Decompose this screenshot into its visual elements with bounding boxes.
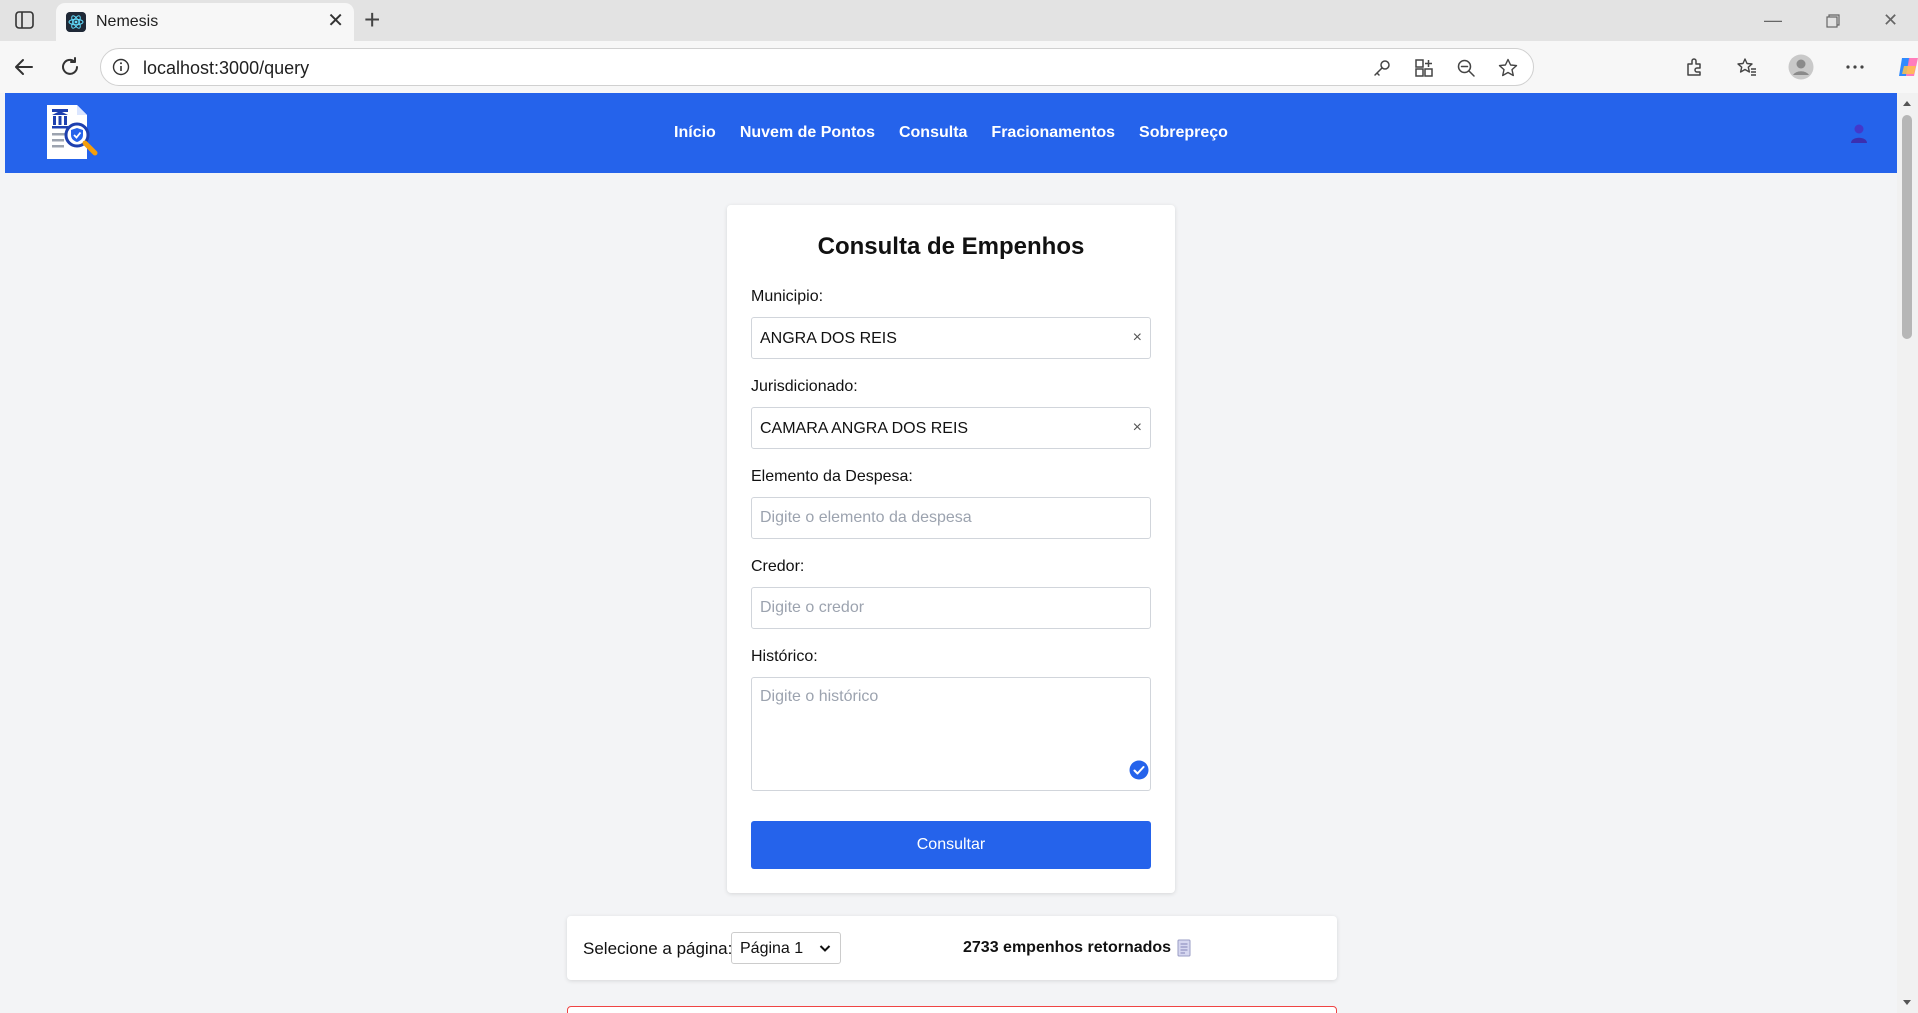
- checkmark-badge-icon: [1129, 760, 1149, 780]
- site-info-icon[interactable]: [112, 58, 130, 76]
- url-text: localhost:3000/query: [143, 58, 310, 78]
- municipio-label: Municipio:: [751, 288, 824, 305]
- nav-inicio[interactable]: Início: [674, 124, 716, 142]
- pagination-bar: Selecione a página: Página 1 2733 empenh…: [567, 916, 1337, 980]
- app-header: Início Nuvem de Pontos Consulta Fraciona…: [5, 93, 1897, 173]
- nav-sobrepreco[interactable]: Sobrepreço: [1139, 124, 1228, 142]
- clear-municipio-icon[interactable]: ×: [1133, 330, 1142, 346]
- historico-label: Histórico:: [751, 648, 818, 665]
- scroll-up-arrow-icon[interactable]: [1902, 99, 1912, 109]
- address-bar[interactable]: localhost:3000/query: [100, 48, 1534, 86]
- back-arrow-icon[interactable]: [12, 55, 36, 79]
- tab-actions-icon[interactable]: [14, 9, 36, 31]
- page-viewport: Início Nuvem de Pontos Consulta Fraciona…: [5, 93, 1897, 1013]
- page-select-value: Página 1: [740, 940, 804, 957]
- credor-label: Credor:: [751, 558, 805, 575]
- copilot-icon[interactable]: [1896, 54, 1918, 80]
- browser-tab[interactable]: Nemesis ✕: [56, 3, 354, 41]
- document-list-icon: [1177, 939, 1191, 957]
- restore-icon[interactable]: [1826, 14, 1840, 28]
- favorites-icon[interactable]: [1736, 56, 1758, 78]
- scrollbar-thumb[interactable]: [1902, 115, 1912, 339]
- credor-input[interactable]: [751, 587, 1151, 629]
- refresh-icon[interactable]: [58, 55, 82, 79]
- key-icon[interactable]: [1371, 57, 1393, 79]
- page-select[interactable]: Página 1: [731, 932, 841, 964]
- tab-close-icon[interactable]: ✕: [327, 11, 344, 31]
- page-select-label: Selecione a página:: [583, 939, 733, 958]
- clear-jurisdicionado-icon[interactable]: ×: [1133, 420, 1142, 436]
- zoom-out-icon[interactable]: [1455, 57, 1477, 79]
- minimize-icon[interactable]: —: [1764, 10, 1782, 30]
- results-count: 2733 empenhos retornados: [963, 939, 1172, 956]
- close-window-icon[interactable]: ✕: [1883, 10, 1898, 30]
- nav-consulta[interactable]: Consulta: [899, 124, 967, 142]
- nav-nuvem-de-pontos[interactable]: Nuvem de Pontos: [740, 124, 875, 142]
- profile-avatar-icon[interactable]: [1788, 54, 1814, 80]
- extensions-icon[interactable]: [1684, 56, 1706, 78]
- user-icon[interactable]: [1849, 123, 1869, 143]
- results-panel: [567, 1006, 1337, 1013]
- consultar-button[interactable]: Consultar: [751, 821, 1151, 869]
- favorite-star-icon[interactable]: [1497, 57, 1519, 79]
- app-grid-icon[interactable]: [1413, 57, 1435, 79]
- jurisdicionado-value: CAMARA ANGRA DOS REIS: [760, 420, 969, 437]
- query-form-card: Consulta de Empenhos Municipio: ANGRA DO…: [727, 205, 1175, 893]
- react-favicon-icon: [66, 12, 86, 32]
- tab-title: Nemesis: [96, 13, 159, 30]
- municipio-value: ANGRA DOS REIS: [760, 330, 897, 347]
- main-nav: Início Nuvem de Pontos Consulta Fraciona…: [5, 124, 1897, 142]
- elemento-label: Elemento da Despesa:: [751, 468, 913, 485]
- more-options-icon[interactable]: [1844, 56, 1866, 78]
- browser-toolbar: localhost:3000/query: [0, 41, 1918, 93]
- page-scrollbar[interactable]: [1897, 93, 1918, 1013]
- elemento-input[interactable]: [751, 497, 1151, 539]
- jurisdicionado-label: Jurisdicionado:: [751, 378, 858, 395]
- chevron-down-icon: [819, 945, 831, 952]
- new-tab-icon[interactable]: +: [364, 5, 380, 35]
- browser-titlebar: Nemesis ✕ + — ✕: [0, 0, 1918, 41]
- scroll-down-arrow-icon[interactable]: [1902, 997, 1912, 1007]
- historico-textarea[interactable]: [751, 677, 1151, 791]
- municipio-select[interactable]: ANGRA DOS REIS ×: [751, 317, 1151, 359]
- form-title: Consulta de Empenhos: [817, 233, 1085, 260]
- jurisdicionado-select[interactable]: CAMARA ANGRA DOS REIS ×: [751, 407, 1151, 449]
- nav-fracionamentos[interactable]: Fracionamentos: [991, 124, 1115, 142]
